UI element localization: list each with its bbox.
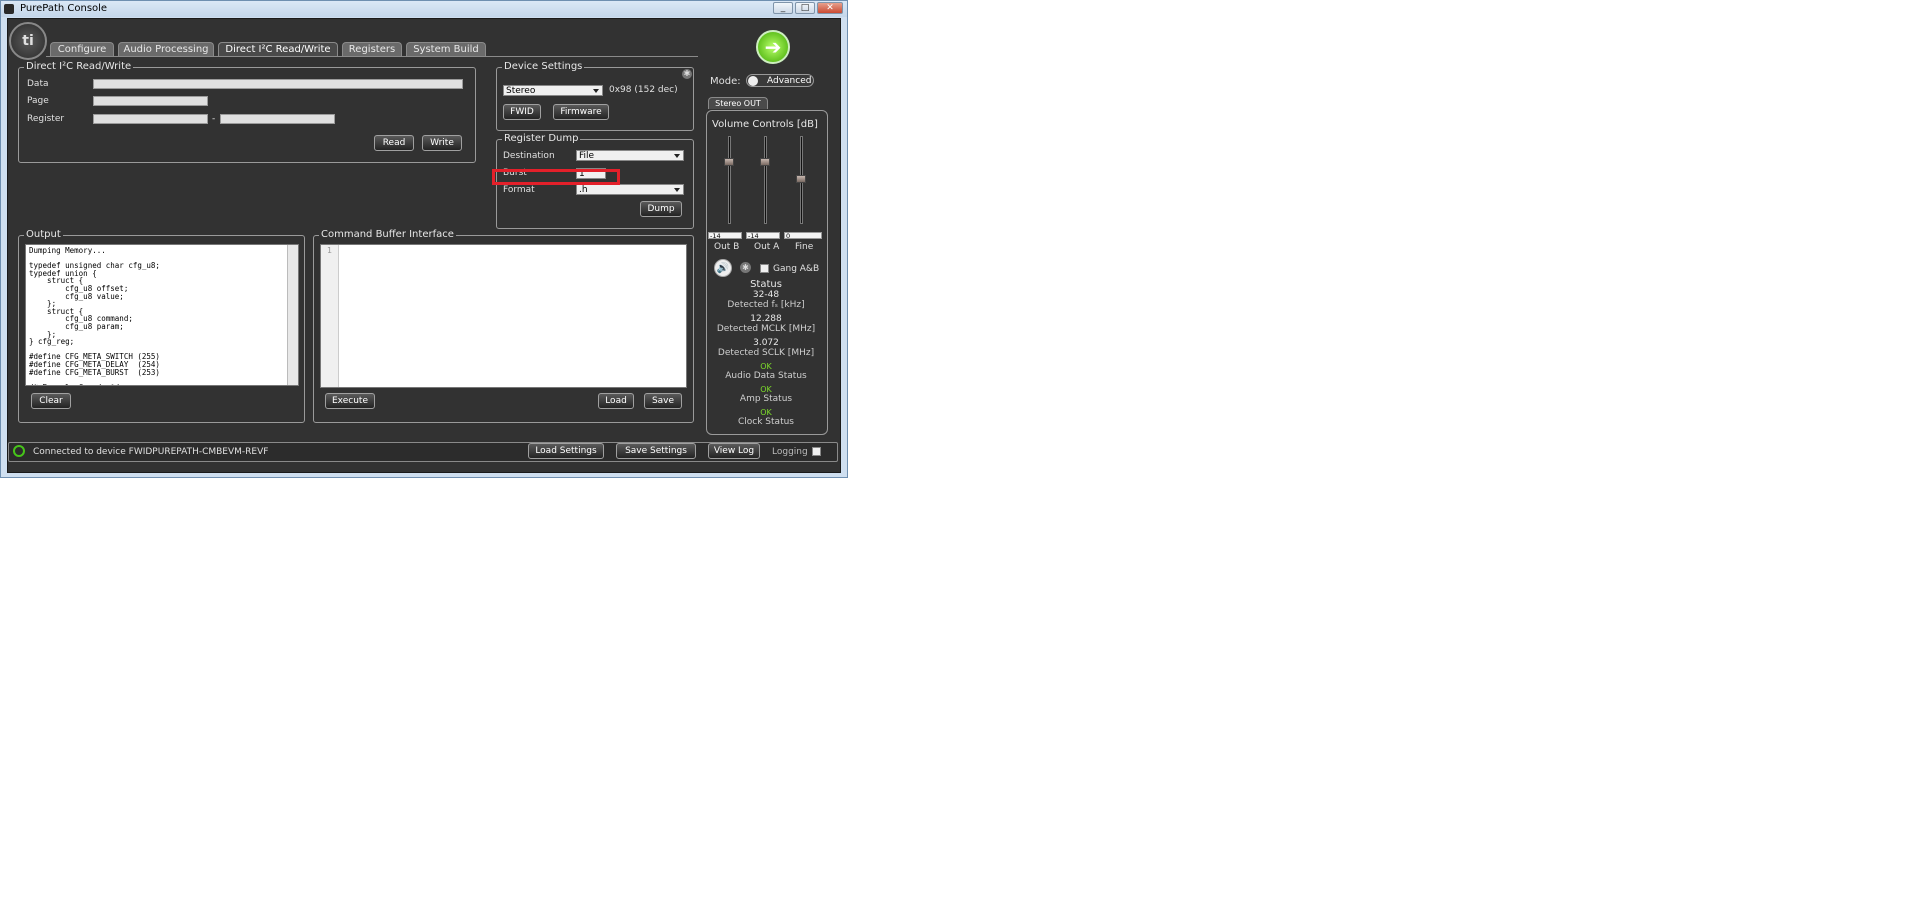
- tab-system-build[interactable]: System Build: [406, 42, 486, 56]
- tab-direct-i2c[interactable]: Direct I²C Read/Write: [218, 42, 338, 57]
- fwid-button[interactable]: FWID: [503, 104, 541, 120]
- out-a-slider-track[interactable]: [764, 136, 767, 224]
- clear-button[interactable]: Clear: [31, 393, 71, 409]
- chevron-down-icon: [593, 89, 599, 93]
- output-text[interactable]: Dumping Memory... typedef unsigned char …: [25, 244, 299, 386]
- data-label: Data: [27, 79, 49, 89]
- toggle-knob: [748, 76, 758, 86]
- load-settings-button[interactable]: Load Settings: [528, 443, 604, 459]
- go-arrow-icon[interactable]: ➔: [756, 30, 790, 64]
- tab-stereo-out[interactable]: Stereo OUT: [708, 97, 768, 109]
- window-title: PurePath Console: [20, 3, 108, 14]
- gang-label: Gang A&B: [773, 264, 820, 274]
- amp-status-label: Amp Status: [739, 394, 793, 404]
- execute-button[interactable]: Execute: [325, 393, 375, 409]
- device-address: 0x98 (152 dec): [609, 85, 678, 95]
- fine-label: Fine: [795, 242, 814, 252]
- device-settings-group: [496, 67, 694, 131]
- register-separator: -: [212, 114, 216, 124]
- view-log-button[interactable]: View Log: [708, 443, 760, 459]
- firmware-button[interactable]: Firmware: [553, 104, 609, 120]
- highlight-box: [492, 169, 620, 185]
- output-scrollbar[interactable]: [287, 245, 298, 385]
- out-b-slider-track[interactable]: [728, 136, 731, 224]
- minimize-button[interactable]: _: [773, 2, 793, 14]
- out-a-value[interactable]: -14: [746, 232, 780, 239]
- read-button[interactable]: Read: [374, 135, 414, 151]
- fs-label: Detected fₛ [kHz]: [727, 300, 805, 310]
- clock-status-label: Clock Status: [738, 417, 794, 427]
- page-field[interactable]: [93, 96, 208, 106]
- tab-configure[interactable]: Configure: [50, 42, 114, 56]
- ti-logo-icon: ti: [9, 22, 47, 60]
- destination-value: File: [579, 151, 595, 161]
- format-value: .h: [579, 185, 588, 195]
- status-section: Status 32-48 Detected fₛ [kHz] 12.288 De…: [708, 279, 824, 428]
- register-dump-title: Register Dump: [502, 133, 581, 144]
- out-b-value[interactable]: -14: [708, 232, 742, 239]
- load-button[interactable]: Load: [598, 393, 634, 409]
- line-number: 1: [321, 245, 339, 387]
- fs-value: 32-48: [752, 290, 780, 300]
- mclk-label: Detected MCLK [MHz]: [716, 324, 816, 334]
- command-buffer-title: Command Buffer Interface: [319, 229, 456, 240]
- title-bar[interactable]: PurePath Console: [1, 1, 847, 17]
- register-start-field[interactable]: [93, 114, 208, 124]
- clock-status-ok: OK: [760, 408, 772, 417]
- amp-status-ok: OK: [760, 385, 772, 394]
- destination-select[interactable]: File: [576, 150, 684, 161]
- connection-status: Connected to device FWIDPUREPATH-CMBEVM-…: [33, 447, 269, 457]
- speaker-icon[interactable]: 🔊: [714, 259, 732, 277]
- gear-icon[interactable]: ✱: [740, 262, 751, 273]
- tab-registers[interactable]: Registers: [342, 42, 402, 56]
- mode-value: Advanced: [767, 76, 812, 86]
- mode-label: Mode:: [710, 76, 741, 87]
- device-settings-title: Device Settings: [502, 61, 585, 72]
- audio-status-ok: OK: [760, 362, 772, 371]
- format-select[interactable]: .h: [576, 184, 684, 195]
- out-b-slider-thumb[interactable]: [724, 158, 734, 166]
- direct-i2c-title: Direct I²C Read/Write: [24, 61, 134, 72]
- fine-value[interactable]: 0: [784, 232, 822, 239]
- audio-status-label: Audio Data Status: [725, 371, 807, 381]
- sclk-label: Detected SCLK [MHz]: [717, 348, 815, 358]
- register-end-field[interactable]: [220, 114, 335, 124]
- format-label: Format: [503, 185, 535, 195]
- channel-mode-select[interactable]: Stereo: [503, 85, 603, 96]
- app-icon: [4, 4, 14, 14]
- gang-checkbox[interactable]: [760, 264, 769, 273]
- maximize-button[interactable]: □: [795, 2, 815, 14]
- page-label: Page: [27, 96, 49, 106]
- save-button[interactable]: Save: [644, 393, 682, 409]
- out-a-slider-thumb[interactable]: [760, 158, 770, 166]
- tab-audio-processing[interactable]: Audio Processing: [118, 42, 214, 56]
- chevron-down-icon: [674, 154, 680, 158]
- chevron-down-icon: [674, 188, 680, 192]
- register-label: Register: [27, 114, 65, 124]
- out-a-label: Out A: [754, 242, 780, 252]
- output-title: Output: [24, 229, 63, 240]
- out-b-label: Out B: [714, 242, 740, 252]
- sclk-value: 3.072: [753, 338, 779, 348]
- status-title: Status: [750, 279, 782, 290]
- mode-toggle[interactable]: Advanced: [746, 74, 814, 87]
- logging-checkbox[interactable]: [812, 447, 821, 456]
- destination-label: Destination: [503, 151, 555, 161]
- tab-divider: [46, 56, 698, 57]
- gear-icon[interactable]: ✱: [682, 69, 692, 79]
- power-icon: [13, 445, 25, 457]
- save-settings-button[interactable]: Save Settings: [616, 443, 696, 459]
- mclk-value: 12.288: [750, 314, 782, 324]
- channel-mode-value: Stereo: [506, 86, 536, 96]
- close-button[interactable]: ✕: [817, 2, 843, 14]
- write-button[interactable]: Write: [422, 135, 462, 151]
- volume-title: Volume Controls [dB]: [712, 119, 818, 130]
- dump-button[interactable]: Dump: [640, 201, 682, 217]
- fine-slider-thumb[interactable]: [796, 175, 806, 183]
- command-editor[interactable]: 1: [320, 244, 687, 388]
- data-field[interactable]: [93, 79, 463, 89]
- logging-label: Logging: [772, 447, 808, 457]
